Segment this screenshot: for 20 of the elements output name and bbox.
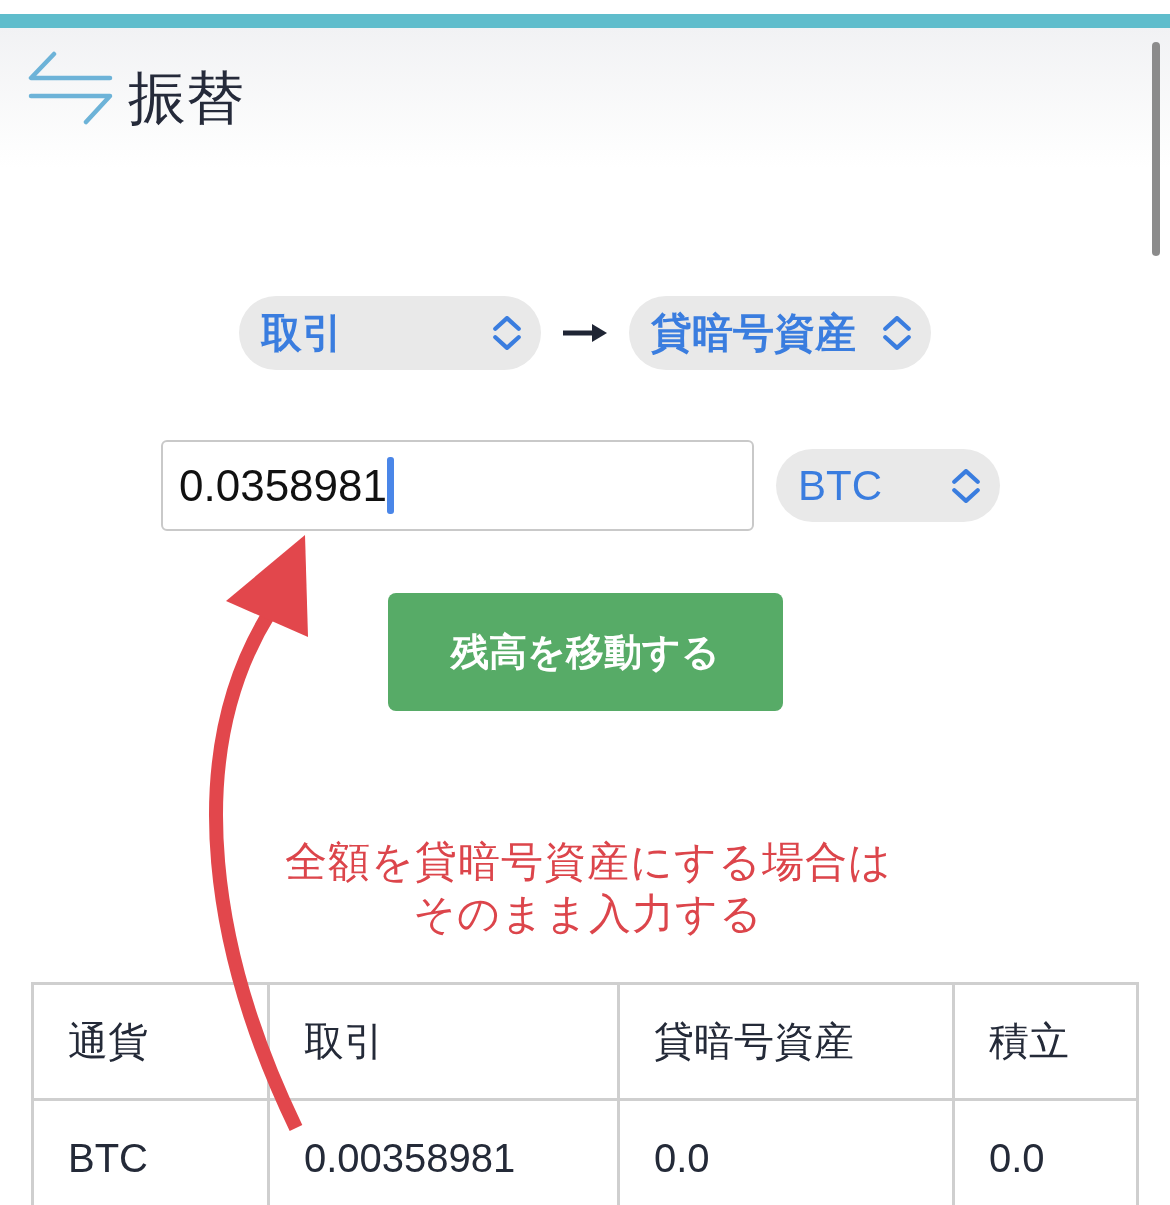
column-header: 積立 <box>989 1017 1069 1066</box>
right-arrow-icon <box>563 323 607 343</box>
column-header: 通貨 <box>68 1017 148 1066</box>
amount-input[interactable]: 0.0358981 <box>161 440 754 531</box>
table-cell: 0.00358981 <box>304 1136 516 1180</box>
annotation-text: 全額を貸暗号資産にする場合は そのまま入力する <box>284 836 892 940</box>
destination-dropdown[interactable]: 貸暗号資産 <box>629 296 931 370</box>
source-dropdown[interactable]: 取引 <box>239 296 541 370</box>
column-header: 取引 <box>304 1017 384 1066</box>
currency-dropdown[interactable]: BTC <box>776 449 1000 522</box>
table-cell: 0.0 <box>654 1136 710 1180</box>
chevron-updown-icon <box>883 316 911 350</box>
table-cell: BTC <box>68 1136 148 1180</box>
table-cell: 0.0 <box>989 1136 1045 1180</box>
chevron-updown-icon <box>952 468 980 503</box>
move-balance-button[interactable]: 残高を移動する <box>387 593 783 711</box>
scrollbar-thumb[interactable] <box>1152 42 1160 256</box>
page-title: 振替 <box>128 69 244 127</box>
chevron-updown-icon <box>493 316 521 350</box>
column-header: 貸暗号資産 <box>654 1017 854 1066</box>
